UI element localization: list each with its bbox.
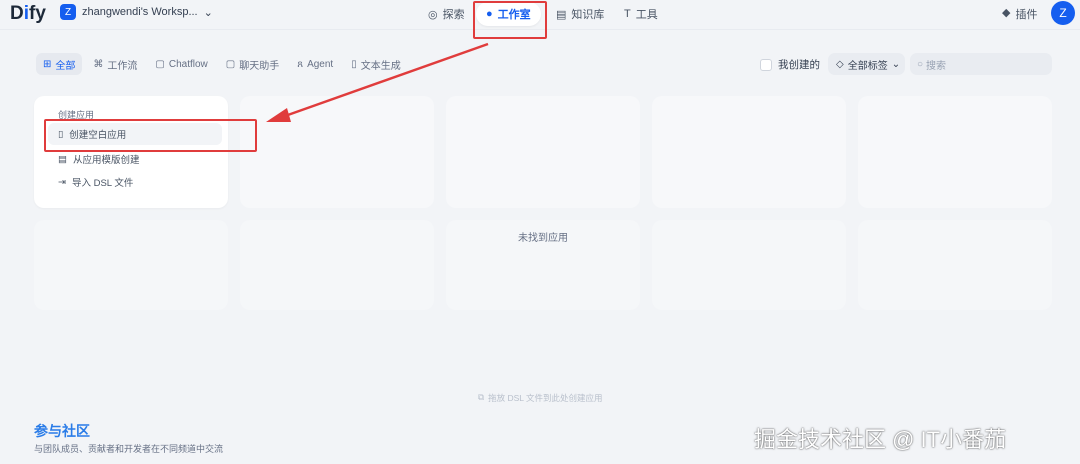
annotation-arrow — [266, 42, 489, 122]
